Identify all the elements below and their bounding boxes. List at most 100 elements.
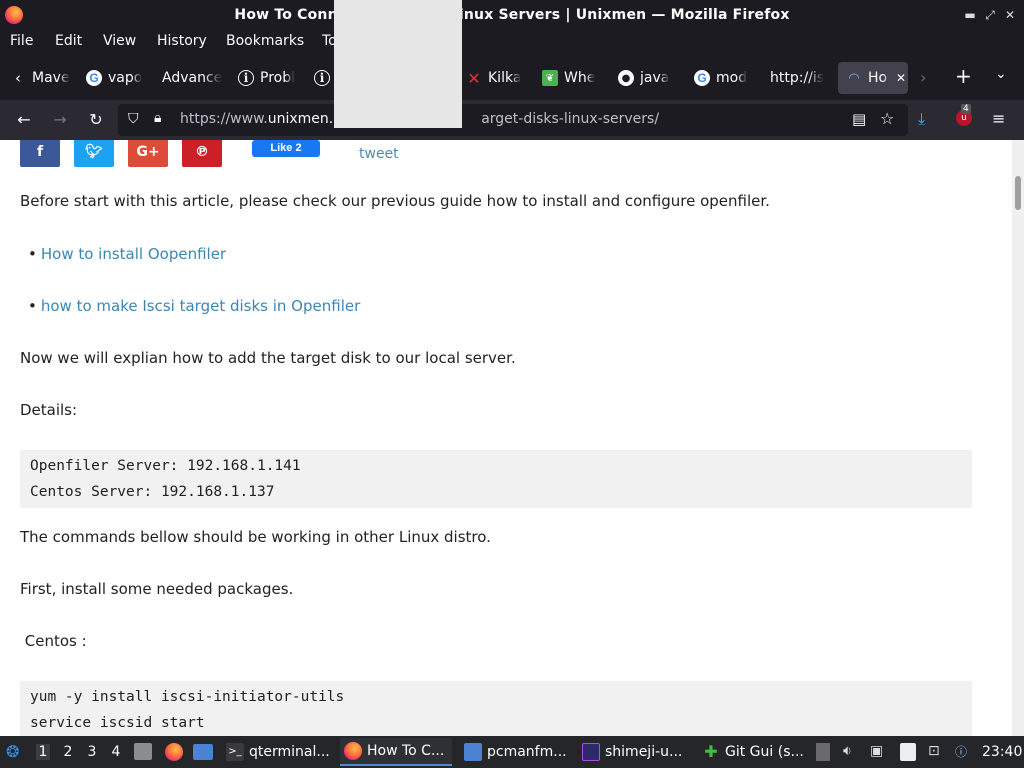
firefox-launcher-icon[interactable] [165,743,183,761]
network-icon[interactable]: ⊡ [928,743,946,761]
hamburger-menu-icon[interactable]: ≡ [992,109,1005,128]
workspace-4[interactable]: 4 [109,744,123,760]
url-bar[interactable]: ⛉ 🔒︎ https://www.unixmen. arget-disks-lin… [118,104,908,136]
ublock-badge: 4 [961,104,971,114]
back-icon[interactable]: ← [12,108,36,132]
terminal-icon: >_ [226,743,244,761]
unixmen-icon: ◠ [848,70,860,86]
tab-mave[interactable]: ‹ Mave [10,62,72,94]
code-line: Centos Server: 192.168.1.137 [30,484,275,500]
facebook-share-button[interactable]: f [20,140,60,167]
task-firefox[interactable]: How To C... [340,738,452,766]
scrollbar-thumb[interactable] [1015,176,1021,210]
tab-java[interactable]: ● java [618,62,680,94]
tab-mod[interactable]: G mod [694,62,756,94]
code-block-details: Openfiler Server: 192.168.1.141 Centos S… [20,450,972,508]
maximize-icon[interactable]: ⤢ [982,6,998,24]
new-tab-icon[interactable]: + [955,64,972,88]
info-tray-icon[interactable]: ⓘ [955,743,973,761]
google-icon: G [86,70,102,86]
tab-bar: ‹ Mave G vapo Advance i Probl i ✕ Kilka … [0,54,1024,100]
window-titlebar: How To Connect Ar... Onto Linux Servers … [0,0,1024,30]
bookmark-star-icon[interactable]: ☆ [880,109,894,128]
workspace-2[interactable]: 2 [61,744,75,760]
reload-icon[interactable]: ↻ [84,108,108,132]
paragraph-first: First, install some needed packages. [20,580,294,598]
start-menu-icon[interactable]: ❂ [6,742,19,761]
list-item: • How to install Oopenfiler [28,245,227,263]
code-block-install: yum -y install iscsi-initiator-utils ser… [20,681,972,736]
workspace-1[interactable]: 1 [36,744,50,760]
tab-kilka[interactable]: ✕ Kilka [466,62,528,94]
menu-file[interactable]: File [10,33,33,49]
menu-bookmarks[interactable]: Bookmarks [226,33,304,49]
firefox-icon [344,742,362,760]
red-x-icon: ✕ [467,68,481,88]
tab-whe[interactable]: ❦ Whe [542,62,604,94]
googleplus-share-button[interactable]: G+ [128,140,168,167]
forward-icon[interactable]: → [48,108,72,132]
git-icon: ✚ [704,742,718,761]
file-manager-launcher-icon[interactable] [134,743,152,760]
task-pcmanfm[interactable]: pcmanfm... [460,738,572,766]
menu-edit[interactable]: Edit [55,33,82,49]
tab-advance[interactable]: Advance [162,62,222,94]
reader-view-icon[interactable]: ▤ [852,110,866,128]
facebook-like-button[interactable]: Like 2 [252,140,320,157]
desktop-launcher-icon[interactable] [193,744,213,760]
tab-info[interactable]: i [314,62,334,94]
folder-icon [464,743,482,761]
tabs-scroll-right-icon[interactable]: › [920,68,926,87]
twitter-share-button[interactable]: 🐦︎ [74,140,114,167]
taskbar: ❂ 1 2 3 4 >_ qterminal... How To C... pc… [0,736,1024,768]
task-shimeji[interactable]: shimeji-u... [578,738,690,766]
pinterest-share-button[interactable]: ℗ [182,140,222,167]
link-install-openfiler[interactable]: How to install Oopenfiler [41,245,226,263]
menu-bar: File Edit View History Bookmarks To [0,30,1024,54]
chevron-left-icon: ‹ [15,69,21,87]
clipboard-tray-icon[interactable]: ▣ [870,743,888,761]
code-line: Openfiler Server: 192.168.1.141 [30,458,301,474]
github-icon: ● [618,70,634,86]
window-title: How To Connect Ar... Onto Linux Servers … [234,7,790,23]
menu-history[interactable]: History [157,33,207,49]
minimize-icon[interactable]: ▬ [962,6,978,24]
task-git-gui[interactable]: ✚ Git Gui (s... [698,738,810,766]
code-line: service iscsid start [30,715,205,731]
info-icon: i [238,70,254,86]
shield-icon[interactable]: ⛉ [128,111,139,127]
task-qterminal[interactable]: >_ qterminal... [222,738,334,766]
code-line: yum -y install iscsi-initiator-utils [30,689,345,705]
navigation-bar: ← → ↻ ⛉ 🔒︎ https://www.unixmen. arget-dis… [0,100,1024,140]
paragraph-commands: The commands bellow should be working in… [20,528,491,546]
tweet-link[interactable]: tweet [359,146,399,162]
tray-scroll-icon[interactable] [816,743,830,761]
list-tabs-icon[interactable]: ⌄ [995,66,1007,82]
notes-tray-icon[interactable] [900,743,916,761]
lock-icon[interactable]: 🔒︎ [154,110,161,126]
pinterest-icon: ℗ [195,144,209,160]
workspace-3[interactable]: 3 [85,744,99,760]
paragraph-now: Now we will explian how to add the targe… [20,349,516,367]
facebook-icon: f [36,144,44,160]
clock: 23:40 [982,744,1023,760]
page-content: f 🐦︎ G+ ℗ Like 2 tweet Before start with… [0,140,1012,736]
paragraph-details: Details: [20,401,78,419]
info-icon: i [314,70,330,86]
page-scrollbar[interactable] [1012,140,1024,736]
intro-paragraph: Before start with this article, please c… [20,192,770,210]
volume-icon[interactable]: 🔉︎ [843,743,861,761]
menu-view[interactable]: View [103,33,136,49]
leaf-icon: ❦ [542,70,558,86]
tab-howto-active[interactable]: ◠ Ho ✕ [838,62,908,94]
close-icon[interactable]: ✕ [1002,6,1018,24]
tab-vapo[interactable]: G vapo [86,62,148,94]
link-iscsi-target-disks[interactable]: how to make Iscsi target disks in Openfi… [41,297,360,315]
tab-close-icon[interactable]: ✕ [896,71,906,85]
list-item: • how to make Iscsi target disks in Openf… [28,297,361,315]
downloads-icon[interactable]: ⤓ [918,109,925,129]
google-icon: G [694,70,710,86]
tab-http[interactable]: http://is [770,62,832,94]
googleplus-icon: G+ [136,144,160,160]
tab-probl[interactable]: i Probl [238,62,300,94]
